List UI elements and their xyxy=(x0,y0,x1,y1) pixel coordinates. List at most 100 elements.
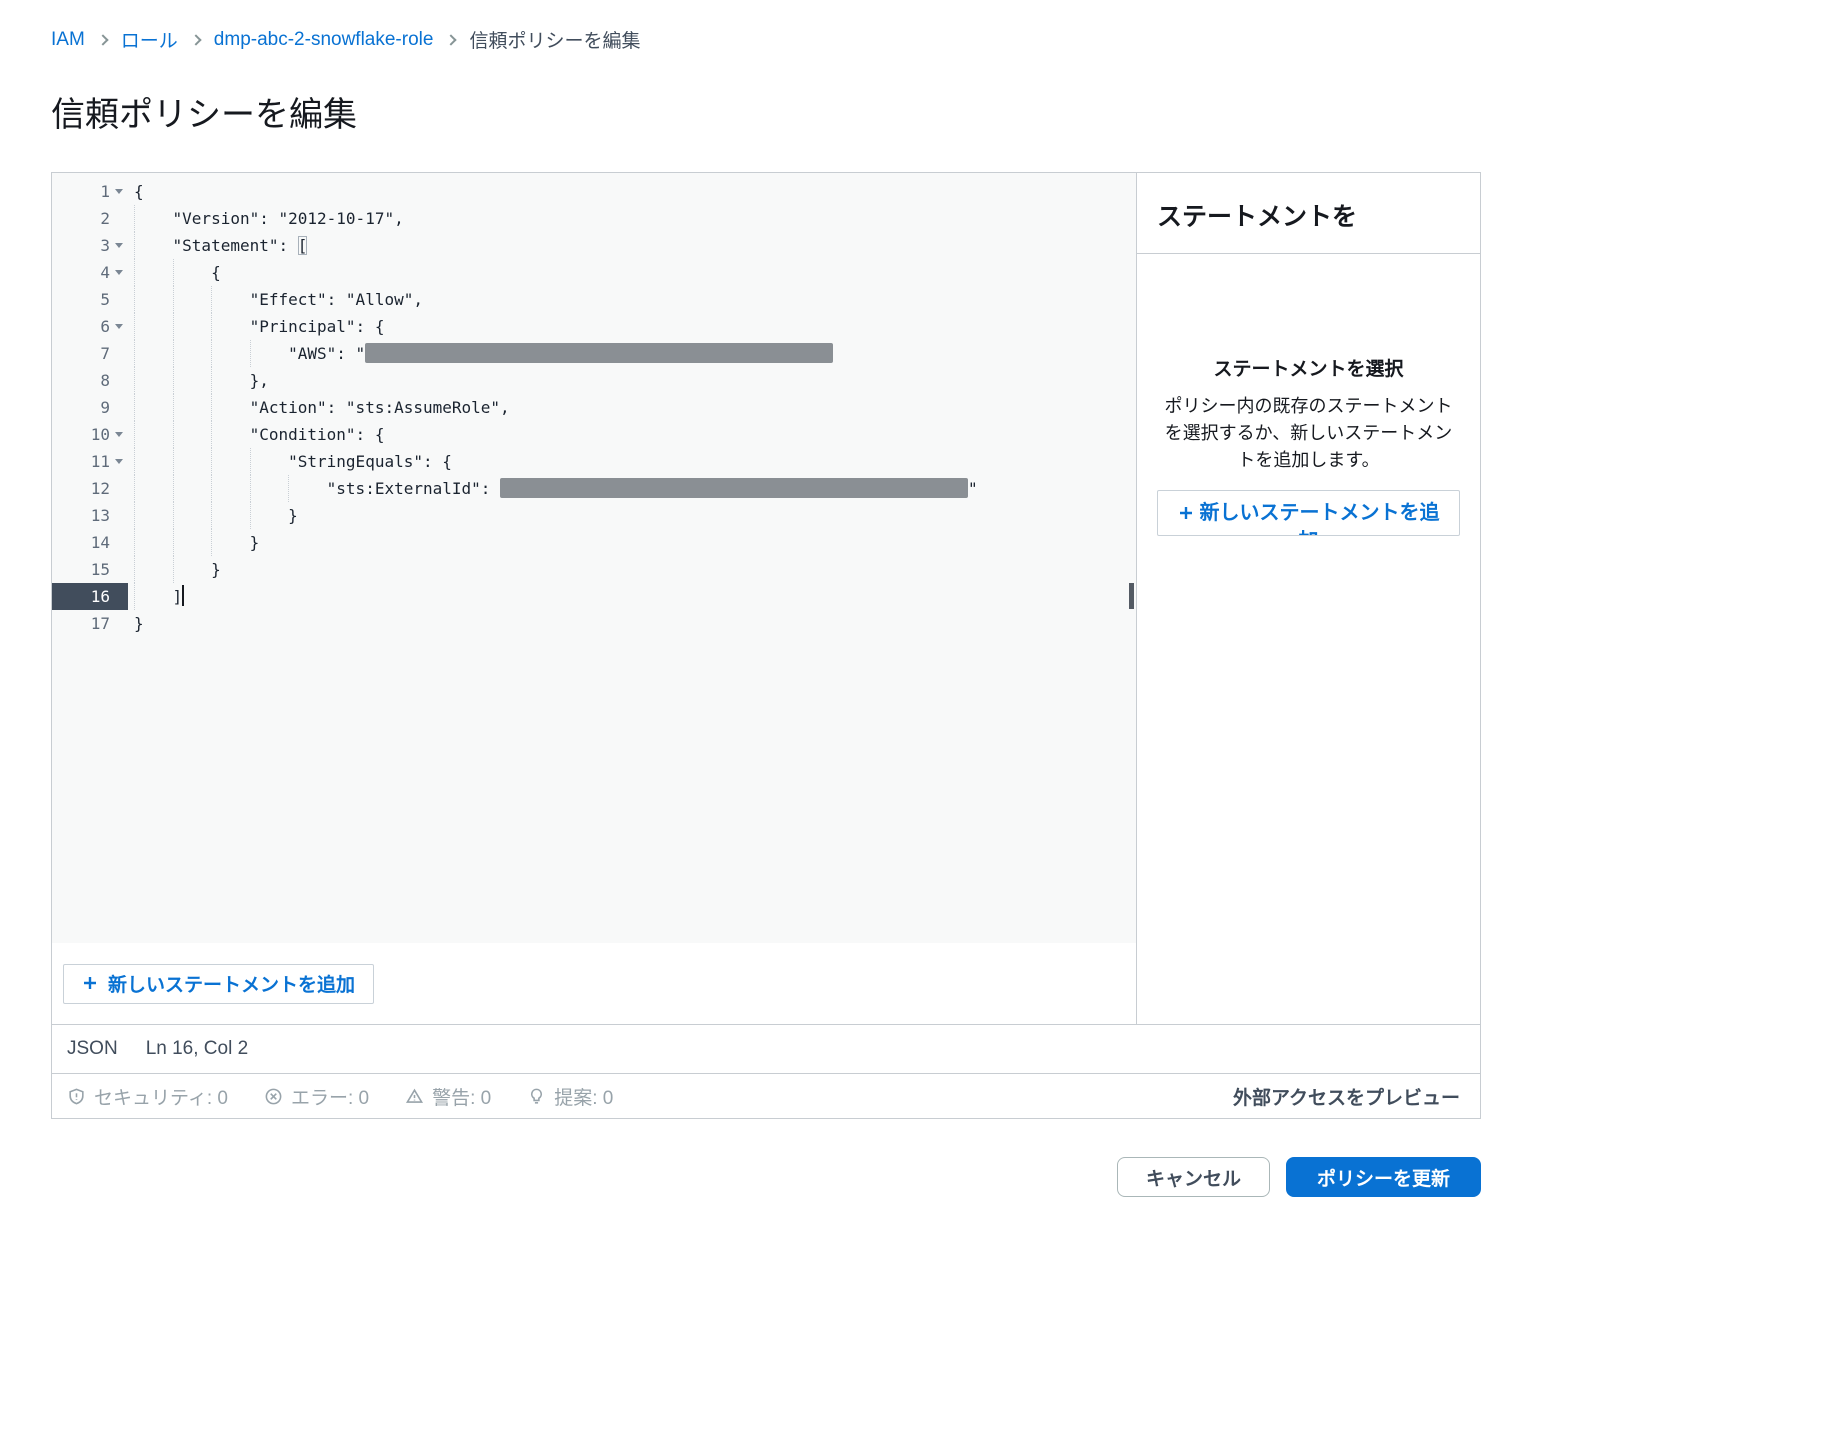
indent-guide xyxy=(134,340,135,367)
line-number[interactable]: 7 xyxy=(52,340,128,367)
errors-counter[interactable]: エラー: 0 xyxy=(264,1083,369,1110)
cancel-button[interactable]: キャンセル xyxy=(1117,1157,1270,1197)
code-text: "AWS": " xyxy=(128,340,1136,367)
suggestions-counter[interactable]: 提案: 0 xyxy=(527,1083,613,1110)
update-policy-button[interactable]: ポリシーを更新 xyxy=(1286,1157,1481,1197)
scrollbar-marker xyxy=(1129,583,1134,609)
code-line-12[interactable]: 12 "sts:ExternalId": " xyxy=(52,475,1136,502)
code-text: "Effect": "Allow", xyxy=(128,286,1136,313)
code-line-8[interactable]: 8 }, xyxy=(52,367,1136,394)
line-number[interactable]: 12 xyxy=(52,475,128,502)
code-line-15[interactable]: 15 } xyxy=(52,556,1136,583)
statement-side-panel: ステートメントを ステートメントを選択 ポリシー内の既存のステートメントを選択す… xyxy=(1136,173,1480,1024)
indent-guide xyxy=(211,340,212,367)
code-line-17[interactable]: 17} xyxy=(52,610,1136,637)
security-counter-label: セキュリティ: 0 xyxy=(94,1083,228,1110)
add-statement-button[interactable]: 新しいステートメントを追加 xyxy=(63,964,374,1004)
code-line-7[interactable]: 7 "AWS": " xyxy=(52,340,1136,367)
text-cursor xyxy=(182,585,184,606)
indent-guide xyxy=(173,394,174,421)
indent-guide xyxy=(173,556,174,583)
indent-guide xyxy=(211,421,212,448)
code-line-6[interactable]: 6 "Principal": { xyxy=(52,313,1136,340)
chevron-right-icon xyxy=(97,34,108,45)
security-counter[interactable]: セキュリティ: 0 xyxy=(67,1083,228,1110)
fold-spacer xyxy=(110,610,128,637)
line-number[interactable]: 3 xyxy=(52,232,128,259)
add-statement-panel-button[interactable]: 新しいステートメントを追加 xyxy=(1157,490,1460,536)
fold-arrow-icon[interactable] xyxy=(110,448,128,475)
indent-guide xyxy=(250,502,251,529)
preview-external-access-button[interactable]: 外部アクセスをプレビュー xyxy=(1233,1083,1460,1110)
line-number[interactable]: 17 xyxy=(52,610,128,637)
line-number[interactable]: 4 xyxy=(52,259,128,286)
indent-guide xyxy=(134,556,135,583)
code-line-5[interactable]: 5 "Effect": "Allow", xyxy=(52,286,1136,313)
code-text: } xyxy=(128,556,1136,583)
line-number[interactable]: 10 xyxy=(52,421,128,448)
fold-arrow-icon[interactable] xyxy=(110,313,128,340)
line-number[interactable]: 13 xyxy=(52,502,128,529)
add-statement-panel-button-label: 新しいステートメントを追加 xyxy=(1200,502,1440,536)
code-text: "Statement": [ xyxy=(128,232,1136,259)
fold-arrow-icon[interactable] xyxy=(110,178,128,205)
line-number[interactable]: 2 xyxy=(52,205,128,232)
line-number[interactable]: 1 xyxy=(52,178,128,205)
line-number[interactable]: 6 xyxy=(52,313,128,340)
fold-spacer xyxy=(110,529,128,556)
code-line-13[interactable]: 13 } xyxy=(52,502,1136,529)
code-line-16[interactable]: 16 ] xyxy=(52,583,1136,610)
line-number[interactable]: 9 xyxy=(52,394,128,421)
line-number[interactable]: 8 xyxy=(52,367,128,394)
indent-guide xyxy=(134,286,135,313)
indent-guide xyxy=(173,340,174,367)
code-line-14[interactable]: 14 } xyxy=(52,529,1136,556)
suggestions-counter-label: 提案: 0 xyxy=(554,1083,613,1110)
code-line-9[interactable]: 9 "Action": "sts:AssumeRole", xyxy=(52,394,1136,421)
errors-counter-label: エラー: 0 xyxy=(291,1083,369,1110)
code-text: ] xyxy=(128,583,1136,610)
code-text: "Action": "sts:AssumeRole", xyxy=(128,394,1136,421)
warning-triangle-icon xyxy=(405,1087,424,1106)
breadcrumb-item-role-name[interactable]: dmp-abc-2-snowflake-role xyxy=(214,29,434,51)
warnings-counter[interactable]: 警告: 0 xyxy=(405,1083,491,1110)
indent-guide xyxy=(173,502,174,529)
code-editor[interactable]: 1{2 "Version": "2012-10-17",3 "Statement… xyxy=(52,173,1136,943)
indent-guide xyxy=(173,529,174,556)
line-number[interactable]: 15 xyxy=(52,556,128,583)
indent-guide xyxy=(134,529,135,556)
cursor-position-label: Ln 16, Col 2 xyxy=(146,1038,248,1060)
code-line-3[interactable]: 3 "Statement": [ xyxy=(52,232,1136,259)
line-number[interactable]: 11 xyxy=(52,448,128,475)
line-number[interactable]: 16 xyxy=(52,583,128,610)
indent-guide xyxy=(211,313,212,340)
code-line-4[interactable]: 4 { xyxy=(52,259,1136,286)
fold-spacer xyxy=(110,475,128,502)
line-number[interactable]: 14 xyxy=(52,529,128,556)
code-line-10[interactable]: 10 "Condition": { xyxy=(52,421,1136,448)
editor-mode-label: JSON xyxy=(67,1038,118,1060)
breadcrumb-item-roles[interactable]: ロール xyxy=(121,26,178,53)
indent-guide xyxy=(173,286,174,313)
fold-arrow-icon[interactable] xyxy=(110,421,128,448)
line-number[interactable]: 5 xyxy=(52,286,128,313)
chevron-right-icon xyxy=(190,34,201,45)
indent-guide xyxy=(134,367,135,394)
chevron-right-icon xyxy=(446,34,457,45)
code-line-1[interactable]: 1{ xyxy=(52,178,1136,205)
indent-guide xyxy=(211,502,212,529)
indent-guide xyxy=(134,475,135,502)
warnings-counter-label: 警告: 0 xyxy=(432,1083,491,1110)
breadcrumb-item-iam[interactable]: IAM xyxy=(51,29,85,51)
indent-guide xyxy=(173,313,174,340)
indent-guide xyxy=(211,529,212,556)
fold-arrow-icon[interactable] xyxy=(110,259,128,286)
fold-spacer xyxy=(110,394,128,421)
indent-guide xyxy=(211,475,212,502)
code-line-2[interactable]: 2 "Version": "2012-10-17", xyxy=(52,205,1136,232)
indent-guide xyxy=(173,448,174,475)
fold-arrow-icon[interactable] xyxy=(110,232,128,259)
code-line-11[interactable]: 11 "StringEquals": { xyxy=(52,448,1136,475)
indent-guide xyxy=(173,367,174,394)
indent-guide xyxy=(134,583,135,610)
